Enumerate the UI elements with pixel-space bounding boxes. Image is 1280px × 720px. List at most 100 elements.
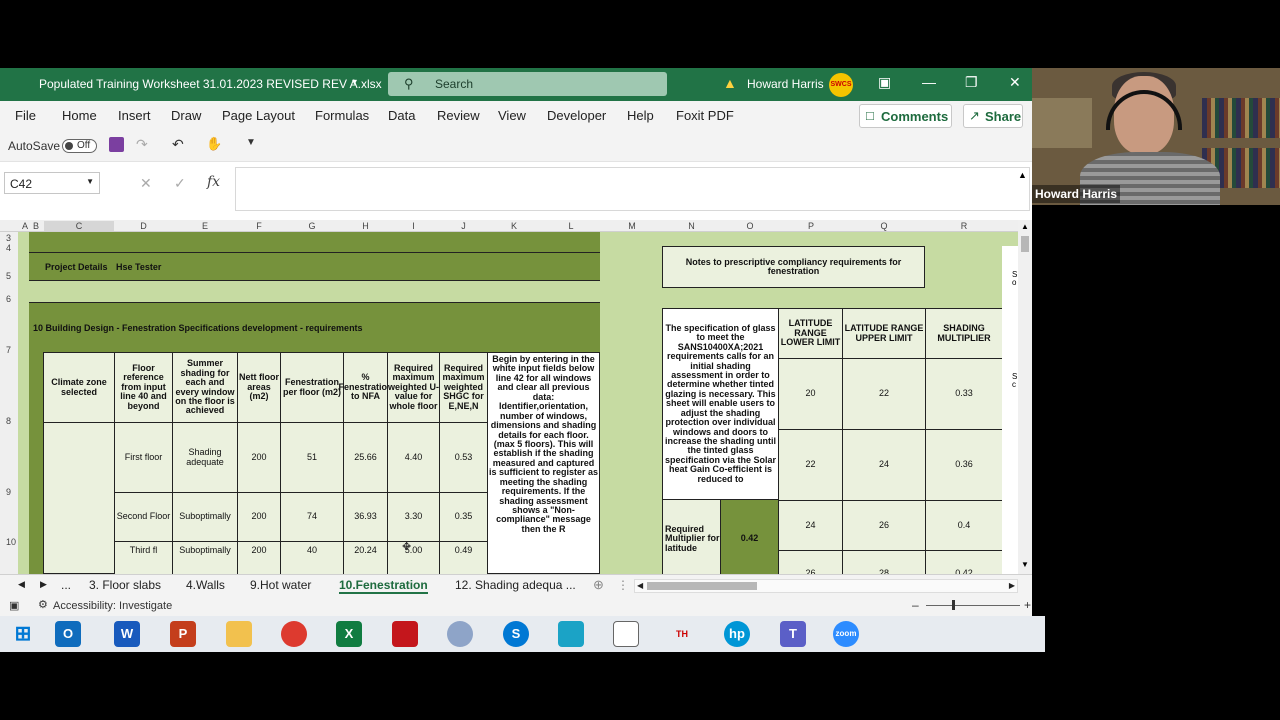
touch-mode-icon[interactable]: ✋ <box>206 136 222 152</box>
horizontal-scrollbar[interactable]: ◀ ▶ <box>634 579 1018 593</box>
column-header-p[interactable]: P <box>780 221 842 231</box>
save-icon[interactable] <box>109 137 124 152</box>
scroll-down-icon[interactable]: ▼ <box>1021 560 1029 569</box>
column-header-m[interactable]: M <box>602 221 662 231</box>
scroll-right-icon[interactable]: ▶ <box>1009 581 1015 590</box>
latitude-row-upper[interactable]: 24 <box>842 429 926 501</box>
latitude-row-mult[interactable]: 0.4 <box>925 500 1003 551</box>
row-header-9[interactable]: 9 <box>6 487 11 497</box>
outlook-icon[interactable]: O <box>55 621 81 647</box>
comments-button[interactable]: □ Comments <box>859 104 952 128</box>
chevron-down-icon[interactable]: ▾ <box>352 77 357 88</box>
skype-icon[interactable]: S <box>503 621 529 647</box>
options-icon[interactable]: ⋮ <box>617 578 629 592</box>
sheet-prev-icon[interactable]: ◀ <box>18 579 25 590</box>
warning-icon[interactable]: ▲ <box>723 75 737 91</box>
tab-file[interactable]: File <box>15 108 36 123</box>
row-header-3[interactable]: 3 <box>6 233 11 243</box>
column-header-f[interactable]: F <box>238 221 280 231</box>
chevron-down-icon[interactable]: ▼ <box>86 177 94 186</box>
table-row-shgc[interactable]: 0.49 <box>439 541 488 574</box>
sheet-tab-hot-water[interactable]: 9.Hot water <box>250 578 311 592</box>
excel-icon[interactable]: X <box>336 621 362 647</box>
table-row-nett[interactable]: 200 <box>237 422 281 493</box>
vertical-scrollbar[interactable]: ▲ ▼ <box>1018 220 1032 574</box>
table-row-floor[interactable]: First floor <box>114 422 173 493</box>
zoom-slider[interactable] <box>926 605 1020 606</box>
column-header-d[interactable]: D <box>115 221 172 231</box>
column-header-c[interactable]: C <box>44 221 114 231</box>
column-header-n[interactable]: N <box>663 221 720 231</box>
table-row-u[interactable]: 5.00 <box>387 541 440 574</box>
row-header-10[interactable]: 10 <box>6 537 16 547</box>
macro-record-icon[interactable]: ▣ <box>9 599 19 612</box>
table-row-fen[interactable]: 40 <box>280 541 344 574</box>
table-row-pct[interactable]: 20.24 <box>343 541 388 574</box>
latitude-row-lower[interactable]: 20 <box>778 358 843 430</box>
column-header-k[interactable]: K <box>488 221 540 231</box>
file-explorer-icon[interactable] <box>226 621 252 647</box>
required-multiplier-value[interactable]: 0.42 <box>720 499 779 574</box>
search-box[interactable]: ⚲ Search <box>388 72 667 96</box>
column-header-j[interactable]: J <box>440 221 487 231</box>
latitude-row-mult[interactable]: 0.33 <box>925 358 1003 430</box>
latitude-row-lower[interactable]: 22 <box>778 429 843 501</box>
column-header-o[interactable]: O <box>721 221 779 231</box>
latitude-row-mult[interactable]: 0.42 <box>925 550 1003 574</box>
formula-input[interactable] <box>235 167 1030 211</box>
document-title[interactable]: Populated Training Worksheet 31.01.2023 … <box>39 77 382 91</box>
scroll-thumb[interactable] <box>647 582 757 590</box>
tab-home[interactable]: Home <box>62 108 97 123</box>
latitude-row-mult[interactable]: 0.36 <box>925 429 1003 501</box>
tab-draw[interactable]: Draw <box>171 108 201 123</box>
notepad-icon[interactable] <box>613 621 639 647</box>
ribbon-display-icon[interactable]: ▣ <box>878 74 891 91</box>
snipping-tool-icon[interactable] <box>558 621 584 647</box>
table-row-floor[interactable]: Third fl <box>114 541 173 574</box>
sheet-tab-walls[interactable]: 4.Walls <box>186 578 225 592</box>
column-header-b[interactable]: B <box>31 221 41 231</box>
collapse-formula-icon[interactable]: ▲ <box>1018 170 1027 180</box>
autosave-toggle[interactable]: Off <box>62 139 97 153</box>
tab-review[interactable]: Review <box>437 108 480 123</box>
windows-start-icon[interactable]: ⊞ <box>10 621 36 647</box>
latitude-row-lower[interactable]: 26 <box>778 550 843 574</box>
table-row-u[interactable]: 3.30 <box>387 492 440 542</box>
zoom-out-icon[interactable]: – <box>912 598 919 612</box>
row-header-5[interactable]: 5 <box>6 271 11 281</box>
table-row-pct[interactable]: 36.93 <box>343 492 388 542</box>
row-header-4[interactable]: 4 <box>6 243 11 253</box>
tab-insert[interactable]: Insert <box>118 108 151 123</box>
name-box[interactable]: C42 ▼ <box>4 172 100 194</box>
row-header-8[interactable]: 8 <box>6 416 11 426</box>
table-row-floor[interactable]: Second Floor <box>114 492 173 542</box>
table-row-shgc[interactable]: 0.35 <box>439 492 488 542</box>
scroll-up-icon[interactable]: ▲ <box>1021 222 1029 231</box>
latitude-row-upper[interactable]: 22 <box>842 358 926 430</box>
hp-icon[interactable]: hp <box>724 621 750 647</box>
latitude-row-upper[interactable]: 26 <box>842 500 926 551</box>
avatar[interactable]: SWCS <box>829 73 853 97</box>
table-row-u[interactable]: 4.40 <box>387 422 440 493</box>
tab-developer[interactable]: Developer <box>547 108 606 123</box>
redo-icon[interactable]: ↷ <box>136 136 148 153</box>
function-icon[interactable]: fx <box>207 174 220 190</box>
climate-zone-value[interactable] <box>43 422 115 574</box>
table-row-shgc[interactable]: 0.53 <box>439 422 488 493</box>
scroll-left-icon[interactable]: ◀ <box>637 581 643 590</box>
minimize-icon[interactable]: — <box>922 74 936 90</box>
sheet-tab-fenestration[interactable]: 10.Fenestration <box>339 578 428 594</box>
chrome-icon[interactable] <box>281 621 307 647</box>
row-header-6[interactable]: 6 <box>6 294 11 304</box>
zoom-slider-thumb[interactable] <box>952 600 955 610</box>
table-row-summer[interactable]: Shading adequate <box>172 422 238 493</box>
column-header-g[interactable]: G <box>281 221 343 231</box>
powerpoint-icon[interactable]: P <box>170 621 196 647</box>
tab-data[interactable]: Data <box>388 108 415 123</box>
restore-icon[interactable]: ❐ <box>965 74 978 91</box>
column-header-q[interactable]: Q <box>843 221 925 231</box>
column-header-h[interactable]: H <box>344 221 387 231</box>
tab-page-layout[interactable]: Page Layout <box>222 108 295 123</box>
enter-icon[interactable]: ✓ <box>174 175 186 192</box>
table-row-nett[interactable]: 200 <box>237 541 281 574</box>
